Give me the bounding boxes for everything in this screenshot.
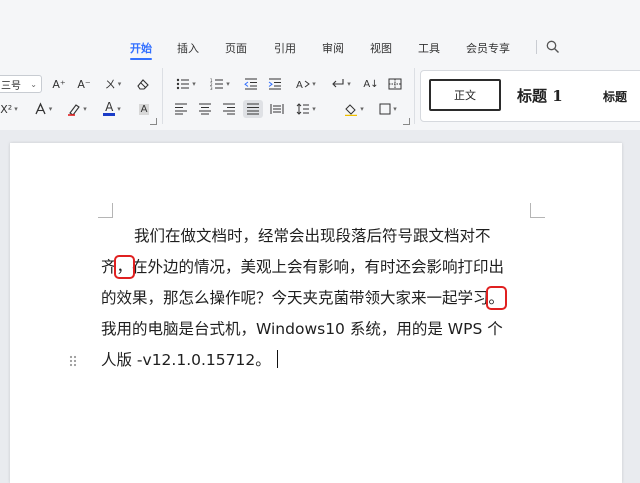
align-center-button[interactable] (196, 100, 214, 118)
tab-review[interactable]: 审阅 (322, 40, 344, 56)
tab-view[interactable]: 视图 (370, 40, 392, 56)
distributed-align-icon (270, 104, 284, 114)
caret-down-icon: ▾ (14, 105, 18, 113)
tab-member[interactable]: 会员专享 (466, 40, 510, 56)
svg-text:A: A (296, 80, 303, 91)
justify-icon (247, 103, 259, 115)
eraser-icon (137, 79, 149, 90)
phonetic-guide-button[interactable]: ㄨ ▾ (100, 75, 126, 93)
paragraph-dialog-launcher-icon[interactable] (403, 118, 410, 125)
highlighter-icon (68, 104, 81, 116)
distribute-button[interactable] (268, 100, 286, 118)
outdent-icon (244, 78, 257, 90)
border-icon (379, 103, 391, 115)
decrease-indent-button[interactable] (242, 75, 260, 93)
text-effect-icon (35, 102, 46, 115)
style-heading-2[interactable]: 标题 (603, 88, 627, 105)
margin-corner-top-right (530, 203, 545, 218)
text-direction-button[interactable]: A ▾ (292, 75, 320, 93)
align-right-icon (223, 103, 235, 115)
tab-tools[interactable]: 工具 (418, 40, 440, 56)
highlighted-period: 。 (485, 286, 507, 310)
table-grid-button[interactable] (386, 75, 404, 93)
paint-bucket-icon (345, 103, 358, 116)
highlighted-comma: ， (113, 255, 135, 279)
superscript-button[interactable]: X² ▾ (0, 100, 22, 118)
doc-line-3: 的效果，那怎么操作呢？今天夹克菌带领大家来一起学习。 (101, 286, 507, 310)
tab-insert[interactable]: 插入 (177, 40, 199, 56)
font-size-select[interactable]: 三号 ⌄ (0, 75, 42, 93)
style-normal[interactable]: 正文 (429, 79, 501, 111)
doc-line-2: 齐，在外边的情况，美观上会有影响，有时还会影响打印出 (101, 255, 505, 279)
doc-line-1: 我们在做文档时，经常会出现段落后符号跟文档对不 (134, 227, 491, 245)
numbering-button[interactable]: 1 2 3 ▾ (206, 75, 234, 93)
menu-tabs: 开始 插入 页面 引用 审阅 视图 工具 会员专享 (0, 34, 640, 60)
text-cursor (276, 350, 279, 368)
tab-references[interactable]: 引用 (274, 40, 296, 56)
font-color-button[interactable]: A ▾ (98, 100, 126, 118)
font-size-value: 三号 (1, 80, 21, 92)
line-break-button[interactable]: ▾ (328, 75, 354, 93)
line-spacing-icon (296, 103, 310, 115)
align-right-button[interactable] (220, 100, 238, 118)
style-heading-1[interactable]: 标题 1 (517, 85, 563, 106)
clear-format-button[interactable] (134, 75, 152, 93)
active-tab-indicator (130, 58, 152, 60)
bullets-button[interactable]: ▾ (172, 75, 200, 93)
sort-button[interactable]: A↓ (362, 75, 380, 93)
search-icon[interactable] (546, 40, 560, 54)
ribbon-divider (414, 68, 415, 124)
ribbon-divider (162, 68, 163, 124)
doc-line-5: 人版 -v12.1.0.15712。 (101, 345, 533, 376)
styles-gallery: 正文 标题 1 标题 (420, 70, 640, 122)
font-color-bar (103, 113, 116, 116)
text-effect-button[interactable]: ▾ (30, 100, 56, 118)
tab-divider (536, 40, 537, 54)
indent-icon (268, 78, 281, 90)
increase-indent-button[interactable] (266, 75, 284, 93)
line-spacing-button[interactable]: ▾ (292, 100, 320, 118)
tab-page[interactable]: 页面 (225, 40, 247, 56)
return-arrow-icon (332, 79, 344, 88)
grow-font-button[interactable]: A⁺ (50, 75, 68, 93)
tab-home[interactable]: 开始 (130, 40, 152, 56)
align-left-icon (175, 103, 187, 115)
highlight-color-button[interactable]: ▾ (64, 100, 90, 118)
shrink-font-button[interactable]: A⁻ (75, 75, 93, 93)
char-shading-button[interactable]: A (136, 100, 152, 118)
chevron-down-icon: ⌄ (30, 79, 37, 89)
borders-button[interactable]: ▾ (374, 100, 402, 118)
caret-down-icon: ▾ (117, 80, 122, 88)
text-direction-icon: A (296, 80, 311, 91)
doc-line-4: 我用的电脑是台式机，Windows10 系统，用的是 WPS 个 (101, 320, 503, 338)
table-grid-icon (388, 78, 402, 90)
align-left-button[interactable] (172, 100, 190, 118)
font-dialog-launcher-icon[interactable] (150, 118, 157, 125)
numbered-list-icon: 123 (210, 78, 224, 90)
svg-text:3: 3 (210, 86, 213, 90)
margin-corner-top-left (98, 203, 113, 218)
justify-button[interactable] (243, 100, 263, 118)
paragraph-drag-handle-icon[interactable] (68, 354, 78, 368)
shading-button[interactable]: ▾ (340, 100, 368, 118)
font-color-letter: A (105, 100, 114, 114)
bullet-list-icon (177, 78, 190, 90)
align-center-icon (199, 103, 211, 115)
document-body[interactable]: 我们在做文档时，经常会出现段落后符号跟文档对不 齐，在外边的情况，美观上会有影响… (101, 221, 533, 376)
